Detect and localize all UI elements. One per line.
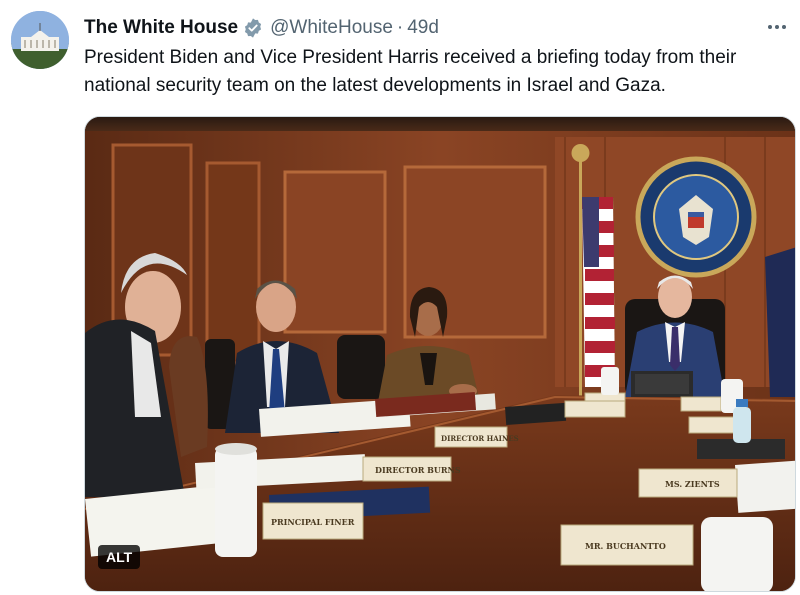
author-handle[interactable]: @WhiteHouse	[270, 17, 393, 39]
verified-badge-icon	[245, 18, 262, 38]
situation-room-photo: DIRECTOR BURNS DIRECTOR HAINES PRINCIPAL…	[85, 117, 795, 591]
placard-1: DIRECTOR BURNS	[375, 465, 461, 475]
placard-4: MS. ZIENTS	[665, 479, 720, 489]
tweet-photo[interactable]: DIRECTOR BURNS DIRECTOR HAINES PRINCIPAL…	[84, 116, 796, 592]
white-house-icon	[11, 11, 69, 69]
placard-2: DIRECTOR HAINES	[441, 434, 519, 443]
timestamp[interactable]: 49d	[407, 17, 439, 39]
more-options-icon[interactable]	[762, 14, 792, 40]
alt-badge[interactable]: ALT	[98, 545, 141, 569]
placard-5: MR. BUCHANTTO	[585, 541, 666, 551]
author-name[interactable]: The White House	[84, 17, 238, 39]
tweet-header: The White House @WhiteHouse · 49d	[84, 16, 439, 40]
placard-3: PRINCIPAL FINER	[271, 517, 355, 527]
separator-dot: ·	[396, 17, 404, 38]
tweet-text: President Biden and Vice President Harri…	[84, 47, 737, 96]
avatar[interactable]	[11, 11, 69, 69]
tweet[interactable]: The White House @WhiteHouse · 49d Presid…	[0, 0, 800, 595]
